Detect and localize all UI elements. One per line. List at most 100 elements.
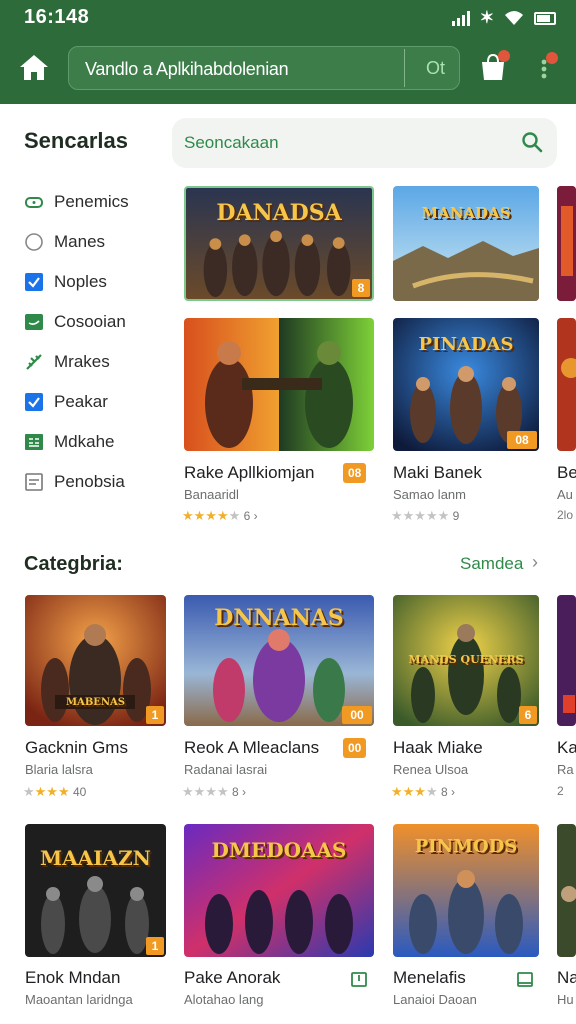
game-controller-icon: [25, 197, 43, 208]
tile-badge: 00: [342, 706, 372, 724]
category-card-image[interactable]: MAAIAZN 1: [25, 824, 166, 957]
category-card-image[interactable]: DMEDOAAS: [184, 824, 374, 957]
sidebar-item-cosooian[interactable]: Cosooian: [24, 307, 164, 337]
game-art-title: MANADAS: [421, 204, 511, 222]
app-developer: Au: [557, 487, 573, 502]
tile-badge: 1: [146, 706, 164, 724]
sidebar-item-label: Mrakes: [54, 352, 110, 371]
app-name[interactable]: Haak Miake: [393, 738, 483, 758]
sidebar-item-label: Mdkahe: [54, 432, 115, 451]
category-card-image[interactable]: MABENAS 1: [25, 595, 166, 726]
see-all-link[interactable]: Samdea: [460, 554, 523, 574]
app-rating: ★★★★★ 9: [391, 508, 459, 524]
checkbox-checked-icon: [25, 393, 43, 411]
chevron-right-icon[interactable]: ›: [532, 552, 538, 573]
sidebar-item-manes[interactable]: Manes: [24, 227, 164, 257]
app-name[interactable]: Ka: [557, 738, 576, 758]
game-art-image: [557, 595, 576, 726]
install-icon[interactable]: [516, 970, 534, 988]
tile-badge: 8: [352, 279, 370, 297]
category-card-image-partial[interactable]: [557, 595, 576, 726]
featured-tile-partial[interactable]: [557, 186, 576, 301]
game-art-title: MANDS QUENERS: [408, 653, 524, 666]
app-badge: 08: [343, 463, 367, 483]
chat-icon: [25, 314, 43, 330]
top-search-bar[interactable]: Vandlo a Aplkihabdolenian Ot: [68, 46, 460, 90]
home-icon[interactable]: [18, 52, 50, 82]
app-rating: ★★★★★ 6 ›: [182, 508, 258, 523]
featured-tile[interactable]: DANADSA 8: [184, 186, 374, 301]
search-divider: [404, 49, 405, 87]
sidebar-item-mrakes[interactable]: Mrakes: [24, 347, 164, 377]
app-developer: Hu: [557, 992, 574, 1007]
rating-value: 8: [440, 785, 448, 799]
app-header: 16:148 ✶ Vandlo a Aplkihabdolenian Ot: [0, 0, 576, 104]
game-art-image: [557, 186, 576, 301]
game-art-title: MAAIAZN: [40, 846, 151, 870]
app-name[interactable]: Na: [557, 968, 576, 988]
sidebar-item-label: Noples: [54, 272, 107, 291]
status-time: 16:148: [24, 6, 90, 28]
notification-dot: [498, 50, 510, 62]
app-name[interactable]: Rake Apllkiomjan: [184, 463, 314, 483]
app-card-image[interactable]: [184, 318, 374, 451]
rating-value: 8: [231, 785, 239, 799]
search-action-button[interactable]: Ot: [426, 58, 445, 79]
game-art-title: DMEDOAAS: [211, 838, 347, 862]
stars: ★★★★: [182, 508, 229, 523]
top-search-query[interactable]: Vandlo a Aplkihabdolenian: [85, 59, 289, 80]
notification-dot: [546, 52, 558, 64]
app-badge: 00: [343, 738, 367, 758]
app-name[interactable]: Reok A Mleaclans: [184, 738, 319, 758]
category-card-image[interactable]: PINMODS: [393, 824, 539, 957]
more-menu-icon[interactable]: [534, 52, 558, 82]
sidebar-item-penobsia[interactable]: Penobsia: [24, 467, 164, 497]
tile-badge: 1: [146, 937, 164, 955]
category-card-image[interactable]: DNNANAS 00: [184, 595, 374, 726]
install-icon[interactable]: [350, 970, 368, 988]
sidebar-item-noples[interactable]: Noples: [24, 267, 164, 297]
game-art-title: DANADSA: [216, 200, 342, 226]
category-card-image-partial[interactable]: [557, 824, 576, 957]
featured-tile[interactable]: MANADAS: [393, 186, 539, 301]
game-art-image: [557, 824, 576, 957]
shopping-bag-icon[interactable]: [478, 50, 510, 82]
game-art-title: PINMODS: [414, 836, 518, 857]
section-title: Categbria:: [24, 553, 123, 575]
app-developer: Ra: [557, 762, 574, 777]
sidebar-item-penemics[interactable]: Penemics: [24, 187, 164, 217]
app-name[interactable]: Menelafis: [393, 968, 466, 988]
bluetooth-icon: ✶: [479, 8, 494, 27]
sidebar-item-label: Cosooian: [54, 312, 126, 331]
stars: ★★★★: [182, 784, 229, 799]
app-developer: Radanai lasrai: [184, 762, 268, 777]
leaf-icon: [26, 354, 42, 370]
app-card-image[interactable]: PINADAS 08: [393, 318, 539, 451]
app-name[interactable]: Gacknin Gms: [25, 738, 128, 758]
game-art-image: [184, 318, 374, 451]
search-icon[interactable]: [521, 131, 543, 153]
app-name[interactable]: Maki Banek: [393, 463, 482, 483]
app-name[interactable]: Be: [557, 463, 576, 483]
app-name[interactable]: Enok Mndan: [25, 968, 120, 988]
app-developer: Samao lanm: [393, 487, 466, 502]
game-art-title: DNNANAS: [214, 605, 344, 631]
sidebar-item-peakar[interactable]: Peakar: [24, 387, 164, 417]
search-field[interactable]: Seoncakaan: [172, 118, 557, 168]
rating-value: 6: [243, 509, 251, 523]
stars: ★: [23, 784, 35, 799]
category-card-image[interactable]: MANDS QUENERS 6: [393, 595, 539, 726]
page-title: Sencarlas: [24, 128, 128, 153]
grid-icon: [25, 434, 43, 450]
app-developer: Lanaioi Daoan: [393, 992, 477, 1007]
status-bar: 16:148 ✶: [0, 0, 576, 34]
sidebar-item-label: Peakar: [54, 392, 108, 411]
stars: ★★★★★: [391, 508, 450, 523]
app-card-image-partial[interactable]: [557, 318, 576, 451]
app-name[interactable]: Pake Anorak: [184, 968, 280, 988]
app-rating: 2lo: [557, 508, 574, 522]
circle-icon: [25, 233, 43, 251]
sidebar-item-mdkahe[interactable]: Mdkahe: [24, 427, 164, 457]
sidebar-item-label: Penobsia: [54, 472, 125, 491]
app-rating: ★★★★ 40: [23, 784, 87, 799]
